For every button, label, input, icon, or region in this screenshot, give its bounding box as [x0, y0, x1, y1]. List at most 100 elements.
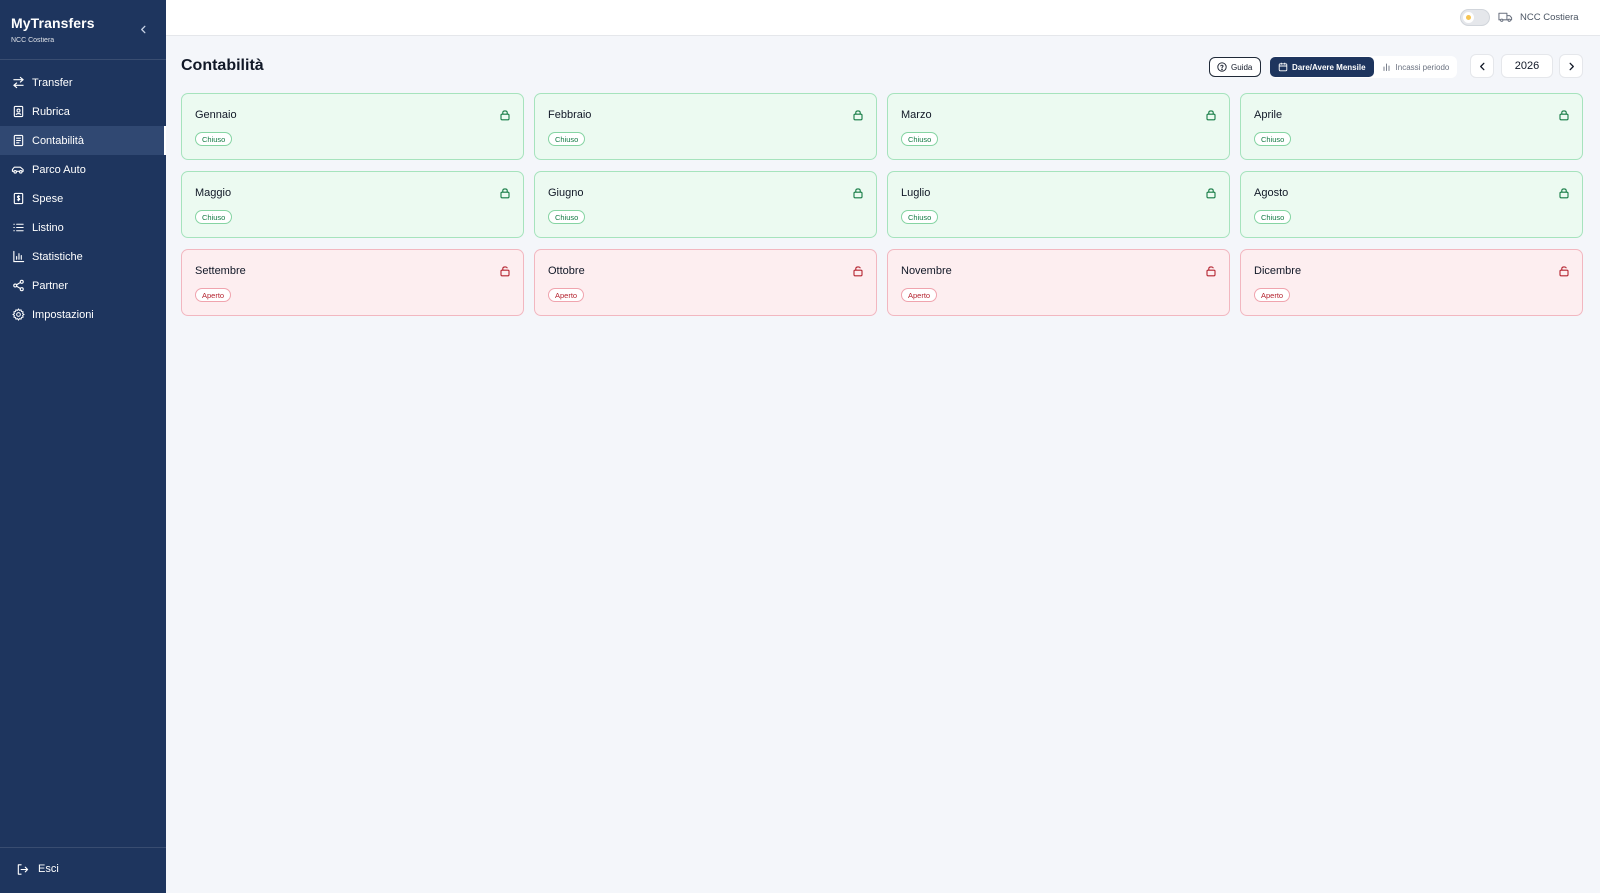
year-display: 2026	[1501, 54, 1553, 78]
chevron-left-icon	[140, 25, 145, 33]
status-badge: Chiuso	[195, 132, 233, 146]
sidebar: MyTransfers NCC Costiera Transfer Rubric…	[0, 0, 166, 893]
contact-book-icon	[11, 105, 25, 119]
chevron-left-icon	[1479, 62, 1484, 70]
sidebar-item-partner[interactable]: Partner	[0, 271, 166, 300]
car-icon	[11, 163, 25, 177]
sidebar-item-transfer[interactable]: Transfer	[0, 68, 166, 97]
app-title: MyTransfers	[11, 15, 95, 31]
ledger-icon	[11, 134, 25, 148]
month-name: Settembre	[195, 265, 246, 277]
month-name: Novembre	[901, 265, 952, 277]
logout-button[interactable]: Esci	[16, 862, 59, 876]
view-switch: Dare/Avere Mensile Incassi periodo	[1270, 56, 1458, 78]
divider	[0, 847, 166, 848]
app-subtitle: NCC Costiera	[11, 37, 55, 44]
month-card-maggio[interactable]: Maggio Chiuso	[181, 171, 524, 238]
tab-label: Dare/Avere Mensile	[1292, 62, 1366, 72]
sidebar-nav: Transfer Rubrica Contabilità Parco Auto …	[0, 68, 166, 329]
lock-icon	[852, 109, 864, 121]
company-name: NCC Costiera	[1520, 11, 1579, 23]
status-badge: Chiuso	[548, 132, 586, 146]
tab-label: Incassi periodo	[1395, 62, 1450, 72]
month-card-luglio[interactable]: Luglio Chiuso	[887, 171, 1230, 238]
chevron-right-icon	[1569, 62, 1574, 70]
guide-label: Guida	[1231, 62, 1253, 72]
sidebar-item-label: Transfer	[32, 76, 73, 89]
tab-incassi-periodo[interactable]: Incassi periodo	[1374, 57, 1458, 77]
sidebar-item-label: Parco Auto	[32, 163, 86, 176]
month-name: Giugno	[548, 187, 584, 199]
dollar-receipt-icon	[11, 192, 25, 206]
lock-icon	[1205, 109, 1217, 121]
guide-button[interactable]: Guida	[1209, 57, 1262, 77]
sidebar-item-statistiche[interactable]: Statistiche	[0, 242, 166, 271]
lock-icon	[1205, 187, 1217, 199]
sidebar-item-label: Partner	[32, 279, 69, 292]
status-badge: Aperto	[195, 288, 232, 302]
month-name: Ottobre	[548, 265, 585, 277]
month-name: Dicembre	[1254, 265, 1302, 277]
sidebar-item-label: Impostazioni	[32, 308, 94, 321]
arrows-left-right-icon	[11, 76, 25, 90]
unlock-icon	[852, 265, 864, 277]
month-name: Febbraio	[548, 109, 592, 121]
theme-toggle[interactable]	[1460, 9, 1490, 26]
truck-icon	[1498, 10, 1514, 24]
month-card-febbraio[interactable]: Febbraio Chiuso	[534, 93, 877, 160]
month-card-aprile[interactable]: Aprile Chiuso	[1240, 93, 1583, 160]
status-badge: Chiuso	[901, 132, 939, 146]
company-indicator: NCC Costiera	[1498, 10, 1579, 24]
next-year-button[interactable]	[1559, 54, 1583, 78]
month-card-dicembre[interactable]: Dicembre Aperto	[1240, 249, 1583, 316]
unlock-icon	[499, 265, 511, 277]
sidebar-item-label: Contabilità	[32, 134, 84, 147]
status-badge: Chiuso	[1254, 210, 1292, 224]
sidebar-item-impostazioni[interactable]: Impostazioni	[0, 300, 166, 329]
previous-year-button[interactable]	[1470, 54, 1494, 78]
sidebar-item-spese[interactable]: Spese	[0, 184, 166, 213]
month-card-settembre[interactable]: Settembre Aperto	[181, 249, 524, 316]
topbar	[166, 0, 1600, 36]
month-name: Aprile	[1254, 109, 1283, 121]
sidebar-item-rubrica[interactable]: Rubrica	[0, 97, 166, 126]
sidebar-item-parco-auto[interactable]: Parco Auto	[0, 155, 166, 184]
month-card-marzo[interactable]: Marzo Chiuso	[887, 93, 1230, 160]
unlock-icon	[1558, 265, 1570, 277]
brand: MyTransfers NCC Costiera	[11, 15, 95, 44]
share-icon	[11, 279, 25, 293]
status-badge: Aperto	[901, 288, 938, 302]
sidebar-item-label: Spese	[32, 192, 64, 205]
month-card-novembre[interactable]: Novembre Aperto	[887, 249, 1230, 316]
sidebar-item-label: Rubrica	[32, 105, 70, 118]
lock-icon	[1558, 187, 1570, 199]
bar-chart-icon	[11, 250, 25, 264]
status-badge: Aperto	[1254, 288, 1291, 302]
gear-icon	[11, 308, 25, 322]
bar-chart-icon	[1382, 62, 1392, 72]
month-grid: Gennaio Chiuso Febbraio Chiuso Marzo Chiuso Ap…	[181, 93, 1585, 316]
help-circle-icon	[1217, 62, 1227, 72]
lock-icon	[852, 187, 864, 199]
unlock-icon	[1205, 265, 1217, 277]
month-card-agosto[interactable]: Agosto Chiuso	[1240, 171, 1583, 238]
tab-dare-avere-mensile[interactable]: Dare/Avere Mensile	[1270, 57, 1374, 77]
sun-icon	[1463, 12, 1474, 23]
logout-icon	[16, 862, 30, 876]
sidebar-item-label: Statistiche	[32, 250, 83, 263]
sidebar-item-listino[interactable]: Listino	[0, 213, 166, 242]
logout-label: Esci	[38, 863, 59, 875]
month-card-giugno[interactable]: Giugno Chiuso	[534, 171, 877, 238]
month-card-ottobre[interactable]: Ottobre Aperto	[534, 249, 877, 316]
month-name: Luglio	[901, 187, 931, 199]
collapse-sidebar-button[interactable]	[134, 20, 152, 38]
sidebar-item-contabilita[interactable]: Contabilità	[0, 126, 166, 155]
sidebar-item-label: Listino	[32, 221, 64, 234]
status-badge: Chiuso	[195, 210, 233, 224]
status-badge: Chiuso	[1254, 132, 1292, 146]
status-badge: Chiuso	[901, 210, 939, 224]
month-card-gennaio[interactable]: Gennaio Chiuso	[181, 93, 524, 160]
lock-icon	[499, 187, 511, 199]
lock-icon	[1558, 109, 1570, 121]
status-badge: Chiuso	[548, 210, 586, 224]
